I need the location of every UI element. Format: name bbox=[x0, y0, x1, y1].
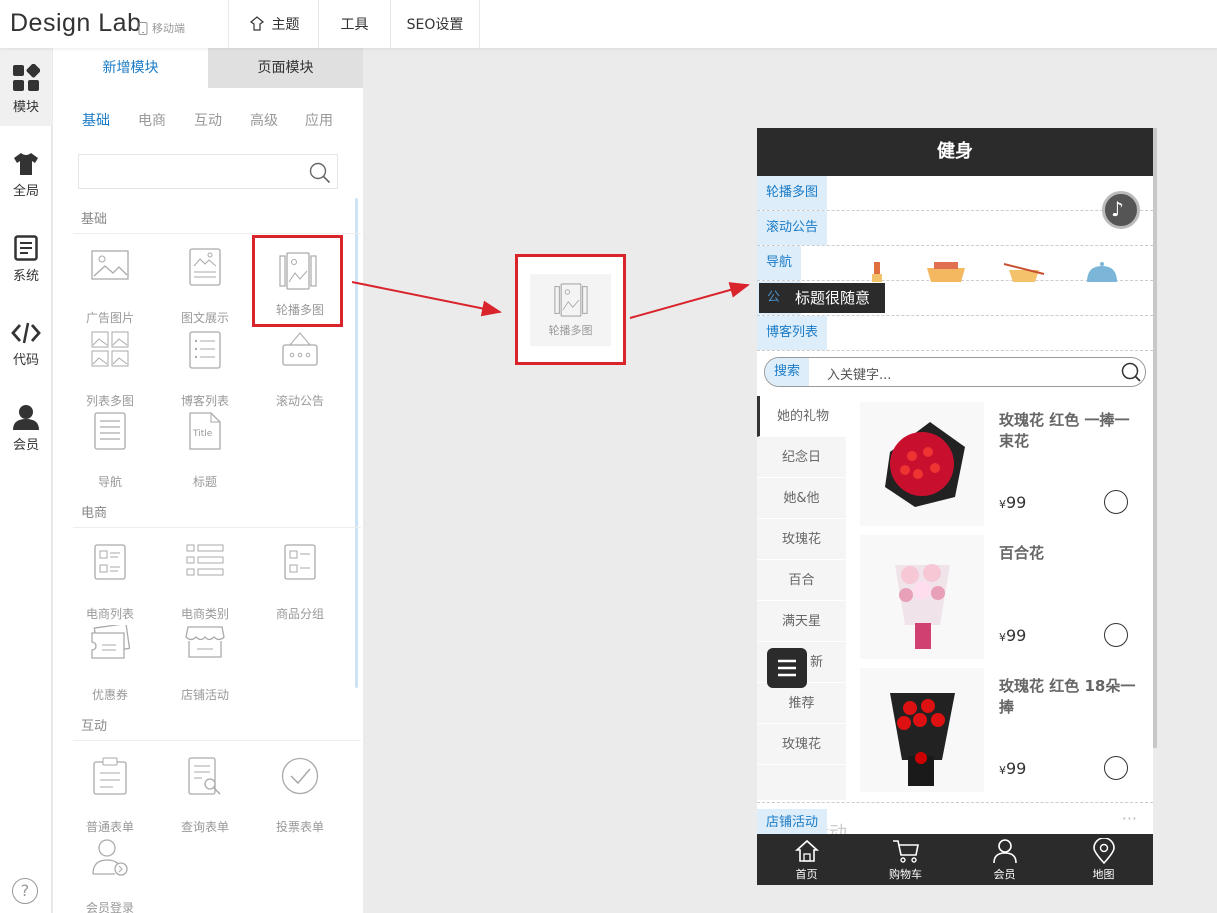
chat-icon[interactable] bbox=[1104, 490, 1128, 514]
arrow-to-phone bbox=[629, 282, 750, 319]
row-blog[interactable]: 博客列表 bbox=[757, 316, 1153, 351]
category-item[interactable]: 她&他 bbox=[757, 478, 846, 519]
drag-preview-label: 轮播多图 bbox=[548, 324, 593, 337]
mobile-switch[interactable]: 移动端 bbox=[138, 20, 185, 36]
hamburger-icon bbox=[778, 659, 796, 677]
theme-icon bbox=[249, 16, 264, 31]
product-card[interactable]: 玫瑰花 红色 一捧一束花 ¥99 bbox=[860, 402, 1150, 527]
more-icon[interactable]: ··· bbox=[1122, 809, 1137, 828]
product-image bbox=[860, 668, 984, 792]
map-pin-icon bbox=[1092, 838, 1115, 864]
tools-menu[interactable]: 工具 bbox=[318, 0, 390, 48]
nav-food-icons bbox=[872, 262, 1117, 282]
theme-menu[interactable]: 主题 bbox=[228, 0, 318, 48]
row-carousel[interactable]: 轮播多图 bbox=[757, 176, 1153, 211]
phone-footer: 首页 购物车 会员 地图 bbox=[757, 834, 1153, 885]
row-tag: 导航 bbox=[757, 246, 802, 280]
phone-search[interactable]: 搜索 入关键字... bbox=[764, 357, 1146, 387]
search-placeholder: 入关键字... bbox=[827, 368, 892, 383]
footer-member[interactable]: 会员 bbox=[955, 838, 1054, 882]
product-name: 玫瑰花 红色 一捧一束花 bbox=[999, 411, 1130, 450]
drag-preview-card[interactable]: 轮播多图 bbox=[530, 274, 611, 346]
chat-icon[interactable] bbox=[1104, 756, 1128, 780]
top-bar: Design Lab 移动端 主题 工具 SEO设置 bbox=[0, 0, 1217, 48]
mobile-label: 移动端 bbox=[152, 22, 185, 35]
footer-label: 首页 bbox=[795, 868, 818, 881]
carousel-icon bbox=[553, 283, 588, 317]
music-icon[interactable]: ♪ bbox=[1102, 191, 1140, 229]
menu-button[interactable] bbox=[767, 648, 807, 688]
drag-preview: 轮播多图 bbox=[515, 254, 626, 365]
category-item[interactable]: 百合 bbox=[757, 560, 846, 601]
footer-label: 地图 bbox=[1092, 868, 1115, 881]
search-icon[interactable] bbox=[1121, 362, 1141, 382]
product-name: 玫瑰花 红色 18朵一捧 bbox=[999, 677, 1136, 716]
row-tag: 博客列表 bbox=[757, 316, 828, 350]
category-item[interactable]: 推荐 bbox=[757, 683, 846, 724]
product-image bbox=[860, 402, 984, 526]
category-item[interactable]: 玫瑰花 bbox=[757, 519, 846, 560]
theme-label: 主题 bbox=[271, 17, 300, 33]
product-card[interactable]: 百合花 ¥99 bbox=[860, 535, 1150, 660]
chat-icon[interactable] bbox=[1104, 623, 1128, 647]
product-card[interactable]: 玫瑰花 红色 18朵一捧 ¥99 bbox=[860, 668, 1150, 793]
row-notice[interactable]: 滚动公告 bbox=[757, 211, 1153, 246]
footer-label: 购物车 bbox=[889, 868, 922, 881]
tooltip-overlap: 公 bbox=[767, 290, 781, 305]
phone-header: 健身 bbox=[757, 128, 1153, 176]
product-price: ¥99 bbox=[999, 759, 1027, 778]
tooltip-text: 标题很随意 bbox=[795, 289, 871, 307]
footer-label: 会员 bbox=[993, 868, 1016, 881]
title-tooltip: 公 标题很随意 bbox=[759, 283, 885, 313]
product-price: ¥99 bbox=[999, 626, 1027, 645]
seo-label: SEO设置 bbox=[406, 17, 464, 33]
row-tag: 滚动公告 bbox=[757, 211, 828, 245]
home-icon bbox=[794, 839, 819, 862]
search-tag: 搜索 bbox=[765, 358, 810, 386]
category-item[interactable]: 玫瑰花 bbox=[757, 724, 846, 765]
tools-label: 工具 bbox=[340, 17, 369, 33]
category-item[interactable]: 满天星 bbox=[757, 601, 846, 642]
app-logo[interactable]: Design Lab bbox=[10, 9, 141, 38]
category-item[interactable]: 纪念日 bbox=[757, 437, 846, 478]
footer-home[interactable]: 首页 bbox=[757, 838, 856, 882]
category-item[interactable]: 她的礼物 bbox=[757, 396, 846, 437]
product-name: 百合花 bbox=[999, 544, 1045, 562]
row-tag: 轮播多图 bbox=[757, 176, 828, 210]
phone-preview: 健身 轮播多图 滚动公告 导航 标题 博客列表 ♪ 公 标题很随意 搜索 入关键… bbox=[757, 128, 1153, 885]
arrow-to-preview bbox=[351, 281, 502, 317]
mobile-icon bbox=[138, 21, 148, 35]
footer-cart[interactable]: 购物车 bbox=[856, 838, 955, 882]
seo-menu[interactable]: SEO设置 bbox=[390, 0, 480, 48]
product-price: ¥99 bbox=[999, 493, 1027, 512]
row-tag: 店铺活动 bbox=[757, 809, 828, 837]
category-list: 她的礼物 纪念日 她&他 玫瑰花 百合 满天星 新 推荐 玫瑰花 bbox=[757, 396, 846, 800]
phone-scrollbar[interactable] bbox=[1153, 128, 1157, 748]
footer-map[interactable]: 地图 bbox=[1054, 838, 1153, 882]
cart-icon bbox=[892, 840, 919, 863]
user-icon bbox=[992, 839, 1017, 864]
product-image bbox=[860, 535, 984, 659]
